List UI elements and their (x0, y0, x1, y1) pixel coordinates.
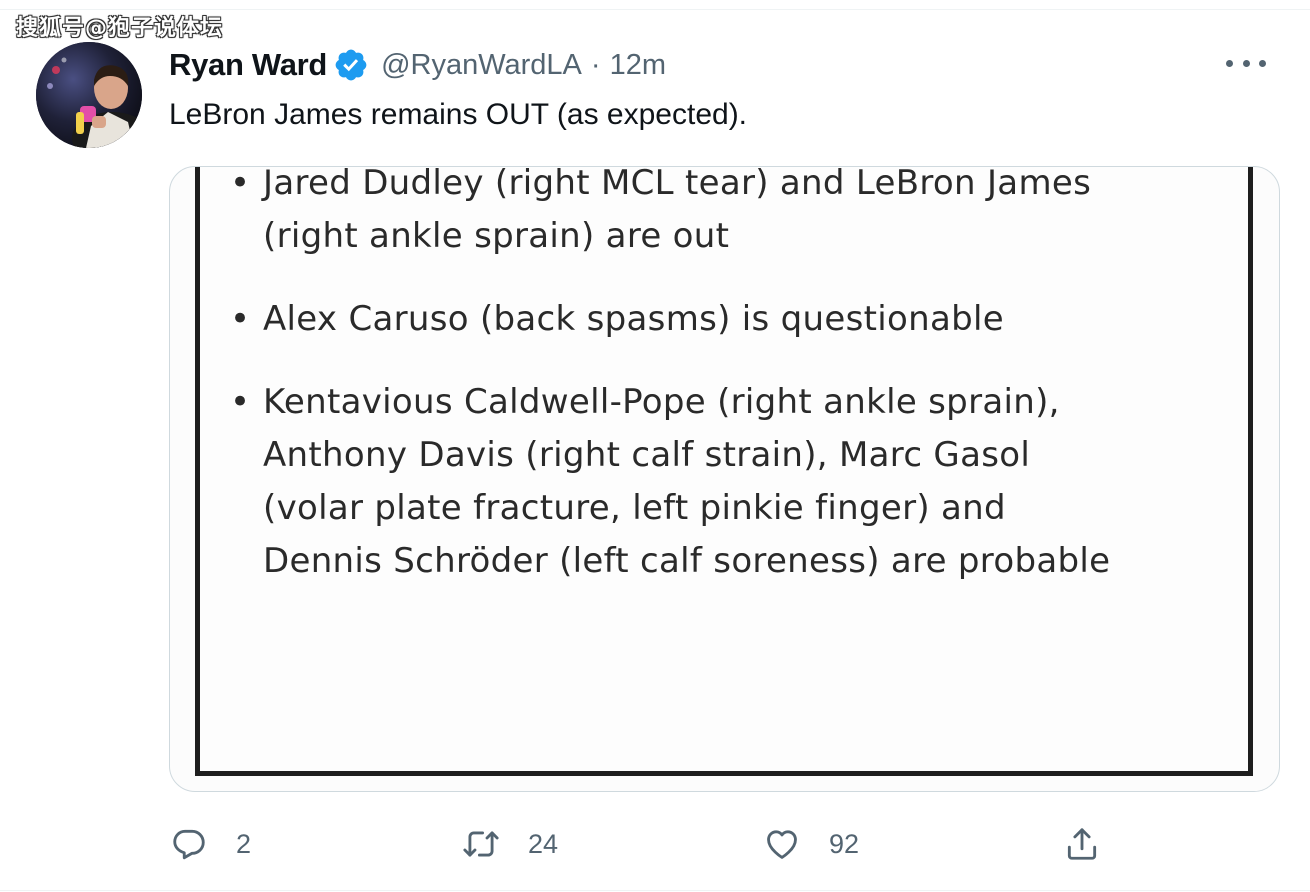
tweet-text: LeBron James remains OUT (as expected). (169, 98, 748, 131)
watermark: 搜狐号@狍子说体坛 (16, 16, 224, 41)
share-button[interactable] (1063, 822, 1101, 866)
timestamp[interactable]: 12m (610, 49, 666, 82)
bullet: • (230, 299, 251, 339)
bottom-divider (0, 890, 1310, 891)
like-count: 92 (829, 828, 860, 859)
author-handle[interactable]: @RyanWardLA (381, 49, 582, 82)
list-item-line: Alex Caruso (back spasms) is questionabl… (263, 299, 1004, 339)
retweet-count: 24 (528, 828, 559, 859)
retweet-icon (463, 831, 499, 857)
bullet: • (230, 166, 251, 203)
author-name[interactable]: Ryan Ward (169, 47, 327, 83)
profile-photo (36, 42, 142, 148)
share-icon (1067, 828, 1097, 860)
list-item-line: Jared Dudley (right MCL tear) and LeBron… (263, 166, 1092, 203)
avatar[interactable] (36, 42, 142, 148)
verified-badge-icon (333, 47, 369, 83)
tweet-header: Ryan Ward @RyanWardLA · 12m (169, 44, 666, 86)
reply-count: 2 (236, 828, 252, 859)
list-item-line: Kentavious Caldwell-Pope (right ankle sp… (263, 382, 1060, 422)
reply-button[interactable]: 2 (170, 822, 251, 866)
reply-icon (173, 829, 205, 860)
injury-report-image: • Jared Dudley (right MCL tear) and LeBr… (195, 166, 1253, 776)
list-item: • Jared Dudley (right MCL tear) and LeBr… (230, 166, 1110, 263)
list-item: • Alex Caruso (back spasms) is questiona… (230, 293, 1110, 346)
list-item: • Kentavious Caldwell-Pope (right ankle … (230, 376, 1110, 588)
heart-icon (767, 830, 797, 859)
more-options-icon[interactable] (1226, 50, 1266, 76)
more-dot (1226, 59, 1233, 67)
list-item-line: (right ankle sprain) are out (263, 216, 730, 256)
list-item-line: Anthony Davis (right calf strain), Marc … (263, 435, 1031, 475)
separator-dot: · (590, 48, 601, 81)
list-item-line: Dennis Schröder (left calf soreness) are… (263, 541, 1111, 581)
bullet: • (230, 382, 251, 422)
media-card[interactable]: • Jared Dudley (right MCL tear) and LeBr… (169, 166, 1280, 792)
injury-list: • Jared Dudley (right MCL tear) and LeBr… (230, 166, 1110, 618)
like-button[interactable]: 92 (763, 822, 859, 866)
more-dot (1242, 59, 1250, 67)
tweet-page: 搜狐号@狍子说体坛 Ryan Ward @RyanWardLA · 12m Le… (0, 0, 1310, 892)
more-dot (1259, 59, 1266, 67)
list-item-line: (volar plate fracture, left pinkie finge… (263, 488, 1006, 528)
retweet-button[interactable]: 24 (462, 822, 558, 866)
